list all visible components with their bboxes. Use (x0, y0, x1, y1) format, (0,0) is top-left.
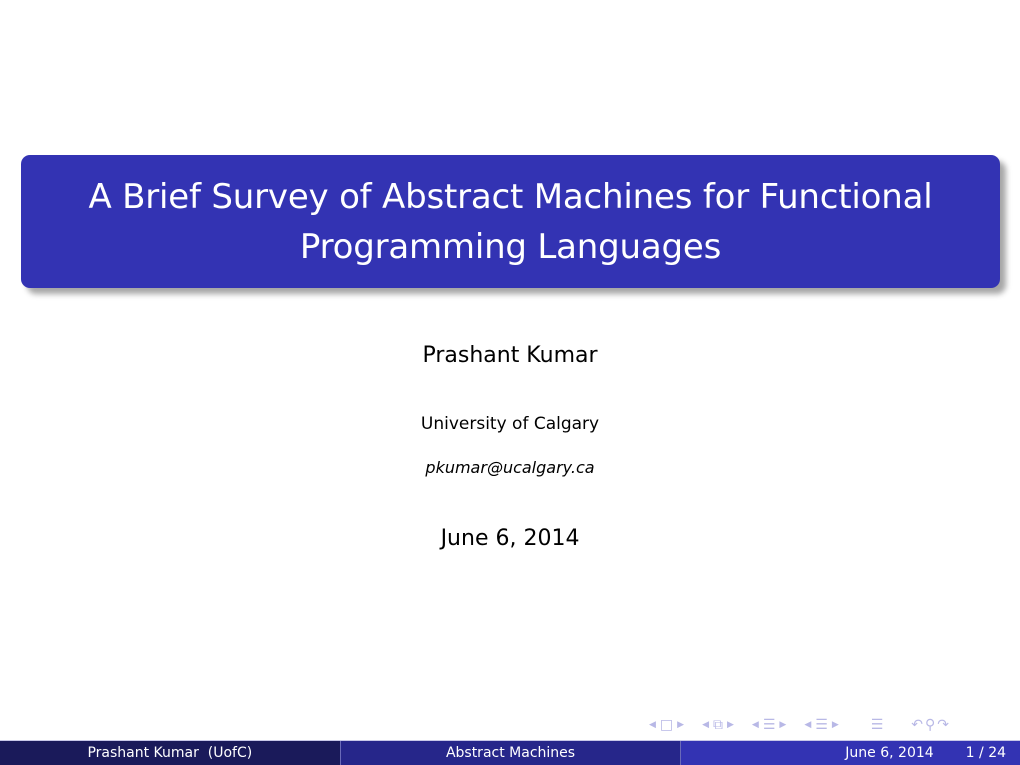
title-block: A Brief Survey of Abstract Machines for … (21, 155, 1000, 288)
nav-next-frame-icon[interactable]: ▶ (677, 720, 684, 730)
nav-subsection-icon[interactable]: ☰ (763, 717, 776, 733)
page-number: 1 / 24 (965, 745, 1007, 761)
nav-frame-group: ◀ □ ▶ (645, 717, 688, 733)
nav-prev-frame-icon[interactable]: ◀ (649, 720, 656, 730)
nav-slide-group: ◀ ⧉ ▶ (698, 717, 738, 733)
nav-frame-icon[interactable]: □ (660, 717, 673, 733)
nav-slide-icon[interactable]: ⧉ (713, 717, 723, 733)
nav-next-subsection-icon[interactable]: ▶ (779, 720, 786, 730)
author-name: Prashant Kumar (422, 343, 598, 368)
nav-section-group: ◀ ☰ ▶ (800, 717, 842, 733)
search-icon[interactable]: ⚲ (925, 717, 935, 733)
nav-next-slide-icon[interactable]: ▶ (727, 720, 734, 730)
nav-subsection-group: ◀ ☰ ▶ (748, 717, 790, 733)
beamer-navigation-bar: ◀ □ ▶ ◀ ⧉ ▶ ◀ ☰ ▶ ◀ ☰ ▶ ☰ ↶ ⚲ ↷ (645, 715, 959, 735)
footer-date: June 6, 2014 (845, 745, 934, 761)
nav-section-icon[interactable]: ☰ (815, 717, 828, 733)
footer-date-page: June 6, 2014 1 / 24 (680, 741, 1020, 765)
footer-bar: Prashant Kumar (UofC) Abstract Machines … (0, 740, 1020, 765)
author-email: pkumar@ucalgary.ca (425, 458, 595, 477)
institute: University of Calgary (420, 414, 600, 434)
footer-author: Prashant Kumar (UofC) (0, 741, 340, 765)
nav-document-group: ☰ (871, 717, 884, 733)
nav-tools-group: ↶ ⚲ ↷ (911, 717, 949, 733)
nav-prev-subsection-icon[interactable]: ◀ (752, 720, 759, 730)
nav-document-icon[interactable]: ☰ (871, 717, 884, 733)
title-line-2: Programming Languages (299, 226, 722, 267)
footer-author-text: Prashant Kumar (UofC) (87, 745, 253, 761)
presentation-date: June 6, 2014 (440, 526, 580, 551)
footer-title-text: Abstract Machines (445, 745, 576, 761)
title-line-1: A Brief Survey of Abstract Machines for … (88, 176, 933, 217)
redo-icon[interactable]: ↷ (937, 717, 949, 733)
nav-prev-section-icon[interactable]: ◀ (804, 720, 811, 730)
nav-prev-slide-icon[interactable]: ◀ (702, 720, 709, 730)
nav-next-section-icon[interactable]: ▶ (832, 720, 839, 730)
undo-icon[interactable]: ↶ (911, 717, 923, 733)
footer-title: Abstract Machines (339, 741, 681, 765)
